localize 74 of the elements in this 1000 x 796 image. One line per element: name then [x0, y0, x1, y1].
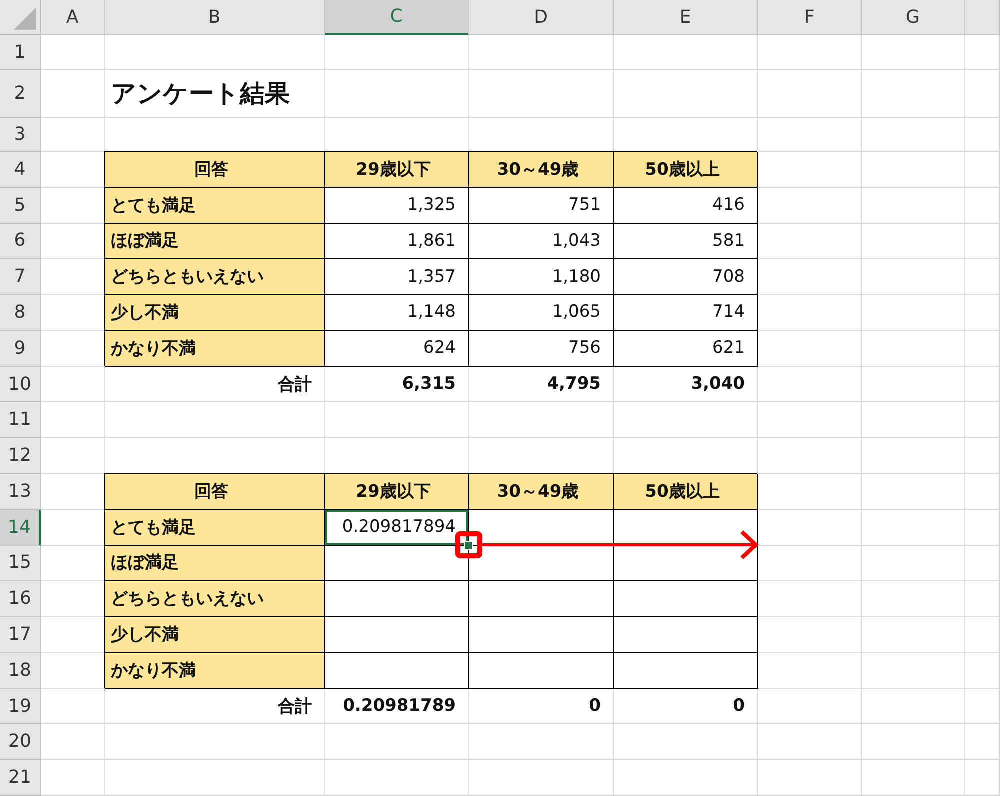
table-cell: 1,065	[469, 295, 614, 331]
row-header[interactable]: 17	[0, 617, 41, 653]
total-value: 0	[614, 688, 758, 724]
row-label: とても満足	[105, 510, 325, 546]
table-cell: 1,325	[325, 188, 469, 224]
row-header[interactable]: 14	[0, 510, 41, 546]
row-label: かなり不満	[105, 330, 325, 367]
row-header[interactable]: 2	[0, 70, 41, 118]
sheet-title: アンケート結果	[105, 70, 325, 118]
column-header[interactable]: F	[758, 0, 862, 35]
row-label: とても満足	[105, 188, 325, 224]
row-header[interactable]: 16	[0, 581, 41, 618]
table-cell: 416	[614, 188, 758, 224]
row-label: どちらともいえない	[105, 581, 325, 618]
total-value: 4,795	[469, 366, 614, 402]
table-cell: 708	[614, 259, 758, 296]
column-heading: 回答	[105, 474, 325, 510]
total-value: 3,040	[614, 366, 758, 402]
row-label: ほぼ満足	[105, 224, 325, 260]
row-label: 少し不満	[105, 295, 325, 331]
column-heading: 30～49歳	[469, 152, 614, 188]
column-header[interactable]: B	[105, 0, 325, 35]
table-cell: 624	[325, 330, 469, 367]
table-cell: 581	[614, 224, 758, 260]
row-header[interactable]: 1	[0, 35, 41, 70]
column-heading: 回答	[105, 152, 325, 188]
table-cell: 714	[614, 295, 758, 331]
corner-triangle-icon	[14, 8, 36, 30]
row-label: かなり不満	[105, 652, 325, 689]
row-header[interactable]: 12	[0, 438, 41, 474]
row-header[interactable]: 3	[0, 118, 41, 152]
table-cell: 751	[469, 188, 614, 224]
total-label: 合計	[105, 366, 325, 402]
row-label: ほぼ満足	[105, 546, 325, 582]
total-label: 合計	[105, 688, 325, 724]
column-header[interactable]: E	[614, 0, 758, 35]
fill-handle[interactable]	[464, 540, 473, 550]
total-value: 0	[469, 688, 614, 724]
row-header[interactable]: 6	[0, 224, 41, 260]
row-header[interactable]: 4	[0, 152, 41, 188]
table-cell: 621	[614, 330, 758, 367]
row-label: どちらともいえない	[105, 259, 325, 296]
table-cell: 1,148	[325, 295, 469, 331]
row-header[interactable]: 8	[0, 295, 41, 331]
column-header[interactable]: G	[862, 0, 965, 35]
row-header[interactable]: 13	[0, 474, 41, 510]
total-value: 6,315	[325, 366, 469, 402]
total-value: 0.20981789	[325, 688, 469, 724]
row-header[interactable]: 21	[0, 760, 41, 796]
table-cell: 1,180	[469, 259, 614, 296]
table-cell: 1,357	[325, 259, 469, 296]
row-header[interactable]: 9	[0, 330, 41, 367]
row-header[interactable]: 20	[0, 724, 41, 760]
column-heading: 29歳以下	[325, 152, 469, 188]
column-header[interactable]: D	[469, 0, 614, 35]
row-header[interactable]: 10	[0, 366, 41, 402]
table-cell: 1,043	[469, 224, 614, 260]
row-header[interactable]: 19	[0, 688, 41, 724]
column-header[interactable]	[965, 0, 1000, 35]
column-heading: 50歳以上	[614, 474, 758, 510]
column-heading: 50歳以上	[614, 152, 758, 188]
row-header[interactable]: 18	[0, 652, 41, 689]
column-header[interactable]: C	[325, 0, 469, 35]
table-cell: 756	[469, 330, 614, 367]
row-header[interactable]: 5	[0, 188, 41, 224]
column-heading: 30～49歳	[469, 474, 614, 510]
row-header[interactable]: 7	[0, 259, 41, 296]
row-header[interactable]: 11	[0, 402, 41, 438]
select-all-corner[interactable]	[0, 0, 41, 35]
column-heading: 29歳以下	[325, 474, 469, 510]
table-cell: 1,861	[325, 224, 469, 260]
column-header[interactable]: A	[41, 0, 105, 35]
row-label: 少し不満	[105, 617, 325, 653]
row-header[interactable]: 15	[0, 546, 41, 582]
